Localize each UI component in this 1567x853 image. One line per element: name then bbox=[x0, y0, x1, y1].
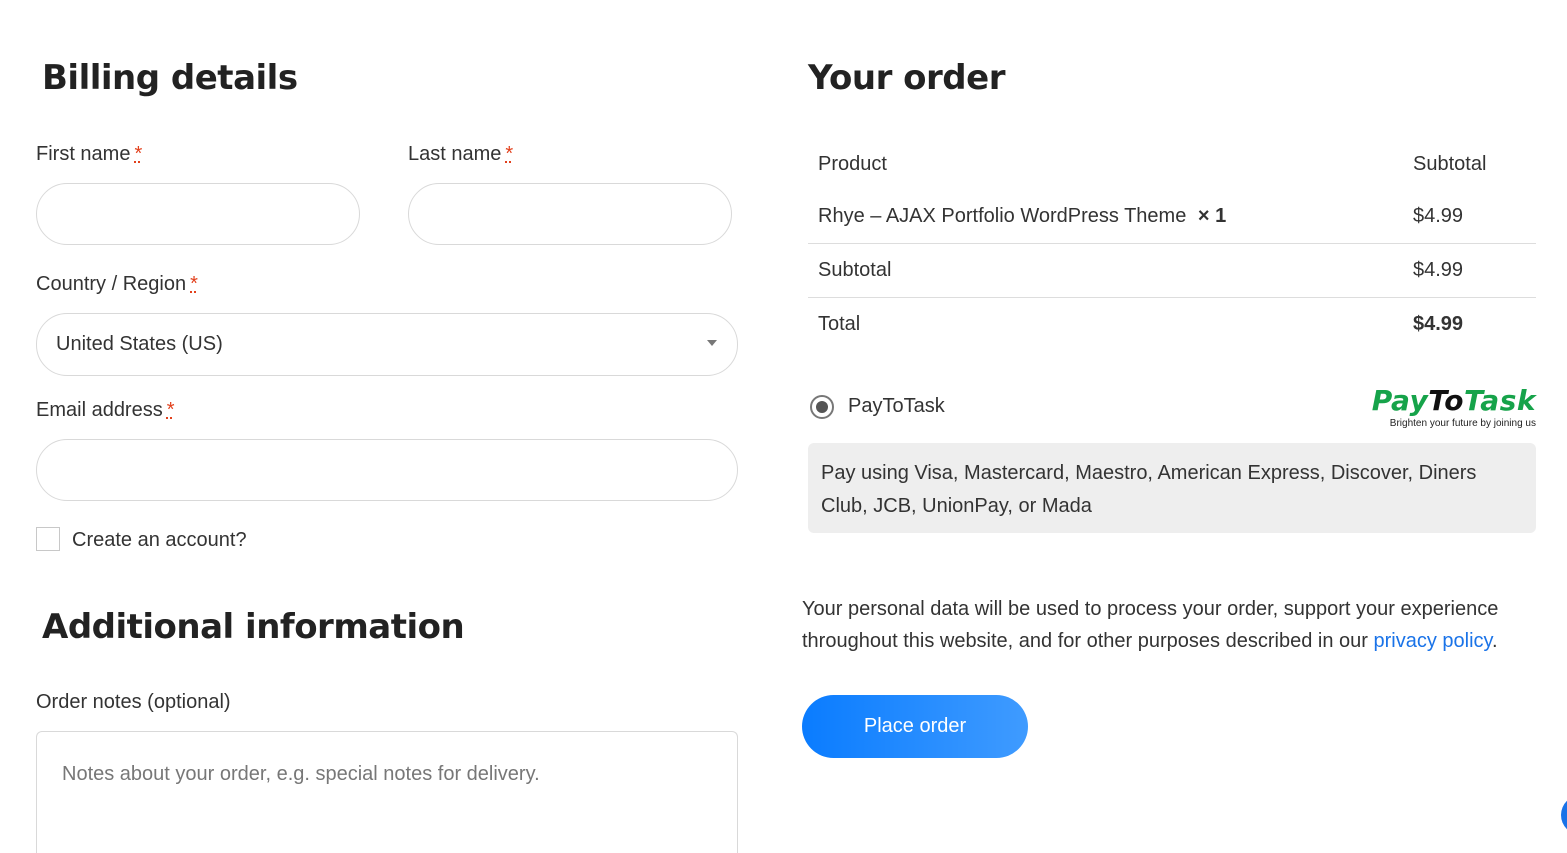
required-mark: * bbox=[134, 143, 143, 165]
chevron-down-icon bbox=[707, 340, 717, 346]
total-value: $4.99 bbox=[1413, 313, 1464, 335]
email-label-text: Email address bbox=[36, 399, 163, 421]
your-order-title: Your order bbox=[808, 58, 1005, 98]
paytotask-logo-wordmark: PayToTask bbox=[1372, 384, 1536, 417]
subtotal-value: $4.99 bbox=[1413, 259, 1464, 281]
payment-method-label[interactable]: PayToTask bbox=[848, 395, 945, 418]
paytotask-logo: PayToTask Brighten your future by joinin… bbox=[1372, 384, 1536, 430]
first-name-label-text: First name bbox=[36, 143, 131, 165]
payment-description-box: Pay using Visa, Mastercard, Maestro, Ame… bbox=[808, 443, 1536, 533]
country-label-text: Country / Region bbox=[36, 273, 187, 295]
billing-title: Billing details bbox=[42, 58, 298, 98]
payment-description: Pay using Visa, Mastercard, Maestro, Ame… bbox=[821, 462, 1477, 517]
row-divider bbox=[808, 243, 1536, 244]
last-name-label: Last name * bbox=[408, 143, 513, 166]
total-label: Total bbox=[818, 313, 861, 335]
subtotal-label: Subtotal bbox=[818, 259, 892, 281]
required-mark: * bbox=[166, 399, 175, 421]
order-item-name: Rhye – AJAX Portfolio WordPress Theme bbox=[818, 205, 1187, 227]
order-item-qty: × 1 bbox=[1197, 205, 1227, 227]
order-item-price: $4.99 bbox=[1413, 205, 1464, 227]
logo-pay: Pay bbox=[1371, 384, 1429, 417]
first-name-label: First name * bbox=[36, 143, 142, 166]
email-input[interactable] bbox=[36, 439, 738, 501]
country-label: Country / Region * bbox=[36, 273, 198, 296]
country-select-value: United States (US) bbox=[56, 333, 223, 355]
logo-task: Task bbox=[1464, 384, 1536, 417]
payment-method-radio[interactable] bbox=[810, 395, 834, 419]
additional-info-title: Additional information bbox=[42, 607, 465, 647]
paytotask-logo-tagline: Brighten your future by joining us bbox=[1389, 418, 1536, 429]
place-order-button[interactable]: Place order bbox=[802, 695, 1028, 758]
last-name-input[interactable] bbox=[408, 183, 732, 245]
create-account-label[interactable]: Create an account? bbox=[72, 529, 247, 552]
privacy-policy-link[interactable]: privacy policy bbox=[1373, 630, 1492, 652]
logo-to: To bbox=[1428, 384, 1465, 417]
privacy-text-end: . bbox=[1492, 630, 1498, 652]
col-header-subtotal: Subtotal bbox=[1413, 153, 1487, 175]
last-name-label-text: Last name bbox=[408, 143, 502, 165]
create-account-checkbox[interactable] bbox=[36, 527, 60, 551]
chat-bubble-icon[interactable] bbox=[1561, 795, 1567, 835]
row-divider bbox=[808, 297, 1536, 298]
privacy-notice: Your personal data will be used to proce… bbox=[802, 593, 1522, 657]
col-header-product: Product bbox=[818, 153, 887, 175]
radio-selected-dot bbox=[816, 401, 828, 413]
order-notes-placeholder: Notes about your order, e.g. special not… bbox=[62, 763, 540, 785]
country-select[interactable]: United States (US) bbox=[36, 313, 738, 376]
first-name-input[interactable] bbox=[36, 183, 360, 245]
order-notes-textarea[interactable]: Notes about your order, e.g. special not… bbox=[36, 731, 738, 853]
required-mark: * bbox=[190, 273, 198, 295]
order-item: Rhye – AJAX Portfolio WordPress Theme × … bbox=[818, 205, 1226, 228]
order-notes-label: Order notes (optional) bbox=[36, 691, 231, 713]
email-label: Email address * bbox=[36, 399, 175, 422]
required-mark: * bbox=[505, 143, 514, 165]
